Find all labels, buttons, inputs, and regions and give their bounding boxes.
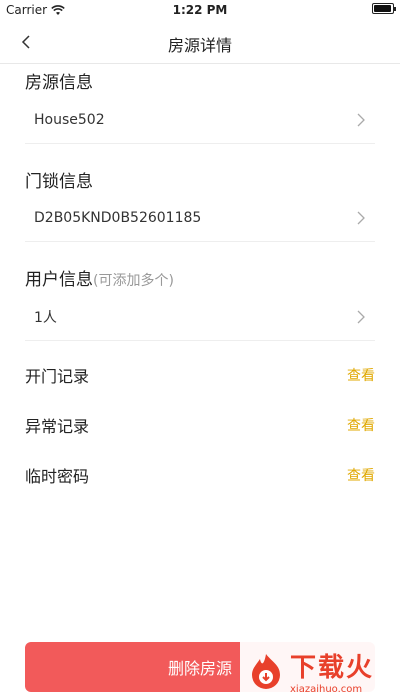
record-row-abnormal: 异常记录 查看 bbox=[25, 409, 375, 441]
record-label: 临时密码 bbox=[25, 467, 90, 486]
nav-bar: 房源详情 bbox=[0, 20, 400, 64]
view-link[interactable]: 查看 bbox=[347, 415, 375, 435]
record-label: 异常记录 bbox=[25, 417, 90, 436]
status-right bbox=[372, 3, 396, 14]
record-label: 开门记录 bbox=[25, 367, 90, 386]
watermark-cn: 下载火 bbox=[290, 653, 375, 683]
watermark: 下载火 xiazaihuo.com bbox=[240, 642, 400, 700]
view-link[interactable]: 查看 bbox=[347, 465, 375, 485]
battery-icon bbox=[372, 3, 396, 14]
flame-logo-icon bbox=[252, 654, 280, 689]
chevron-right-icon bbox=[357, 211, 365, 224]
chevron-right-icon bbox=[357, 310, 365, 323]
section-title-user: 用户信息(可添加多个) bbox=[25, 265, 174, 290]
view-link[interactable]: 查看 bbox=[347, 365, 375, 385]
house-value: House502 bbox=[34, 111, 105, 128]
lock-row[interactable]: D2B05KND0B52601185 bbox=[25, 194, 375, 242]
house-row[interactable]: House502 bbox=[25, 96, 375, 144]
status-bar: Carrier 1:22 PM bbox=[0, 0, 400, 20]
status-time: 1:22 PM bbox=[172, 3, 228, 17]
section-title-user-label: 用户信息 bbox=[25, 270, 93, 290]
watermark-text: 下载火 xiazaihuo.com bbox=[290, 647, 374, 695]
user-value: 1人 bbox=[34, 309, 57, 326]
user-row[interactable]: 1人 bbox=[25, 293, 375, 341]
chevron-right-icon bbox=[357, 113, 365, 126]
watermark-en: xiazaihuo.com bbox=[290, 684, 363, 695]
record-row-temp-password: 临时密码 查看 bbox=[25, 459, 375, 491]
lock-value: D2B05KND0B52601185 bbox=[34, 209, 202, 226]
section-title-lock: 门锁信息 bbox=[25, 172, 93, 192]
section-title-user-hint: (可添加多个) bbox=[93, 273, 174, 289]
page-title: 房源详情 bbox=[167, 36, 232, 55]
record-row-unlock: 开门记录 查看 bbox=[25, 359, 375, 391]
section-title-house: 房源信息 bbox=[25, 73, 93, 93]
